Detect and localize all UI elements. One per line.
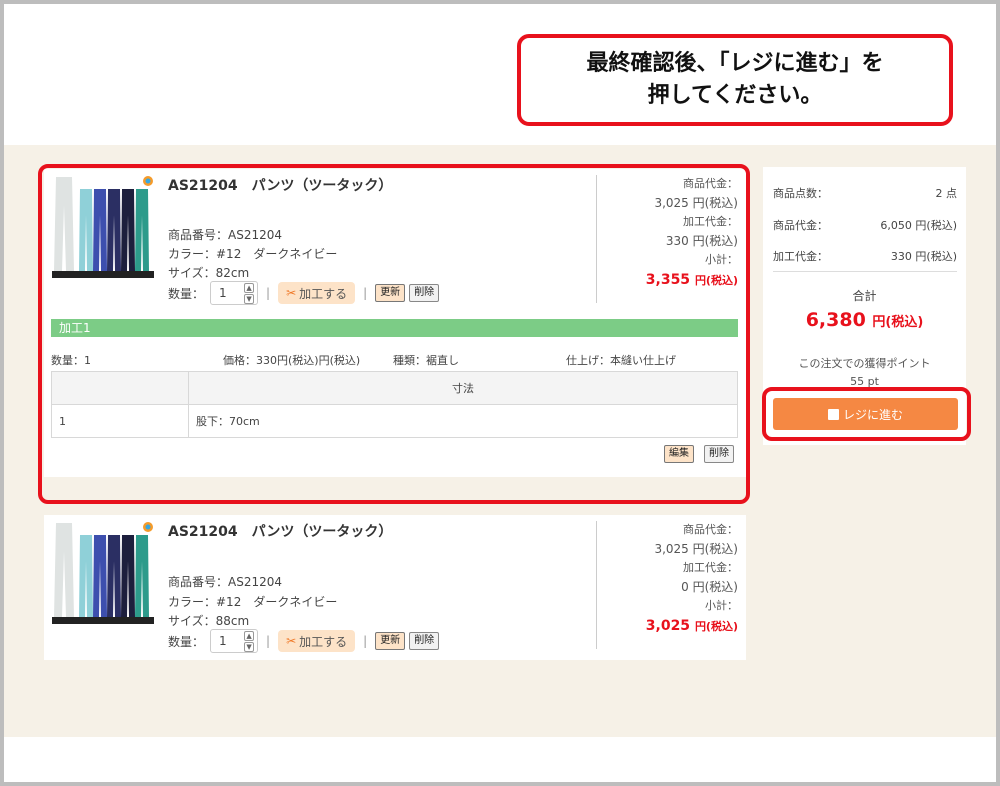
product-color: カラー：#12 ダークネイビー: [168, 247, 338, 261]
quantity-stepper[interactable]: 1 ▲ ▼: [210, 629, 259, 653]
subtotal-value: 3,025 円(税込): [645, 618, 738, 634]
kakou-price-label: 加工代金：: [683, 215, 738, 228]
divider: [773, 271, 957, 272]
goods-value: 6,050 円(税込): [880, 219, 957, 232]
checkout-button[interactable]: レジに進む: [773, 398, 958, 430]
kakou-price-value: 0 円(税込): [681, 580, 738, 594]
price-label: 商品代金：: [683, 523, 738, 536]
row-number: 1: [51, 404, 189, 438]
kakou-value: 330 円(税込): [890, 250, 957, 263]
product-color: カラー：#12 ダークネイビー: [168, 595, 338, 609]
checkout-button-label: レジに進む: [842, 407, 903, 422]
price-column: 商品代金： 3,025 円(税込) 加工代金： 0 円(税込) 小計： 3,02…: [596, 521, 738, 649]
delete-button[interactable]: 削除: [409, 284, 440, 302]
quantity-value: 1: [219, 286, 227, 300]
edit-button[interactable]: 編集: [664, 445, 694, 463]
cart-item-2: AS21204 パンツ（ツータック） 商品番号：AS21204 カラー：#12 …: [44, 515, 746, 660]
scissors-icon: ✂: [286, 634, 297, 648]
scissors-icon: ✂: [286, 286, 297, 300]
product-thumbnail[interactable]: [52, 521, 154, 625]
size-table: 寸法 1 股下：70cm: [51, 371, 738, 438]
kakou-price: 価格：330円(税込)円(税込): [223, 354, 361, 367]
chevron-down-icon[interactable]: ▼: [244, 293, 255, 304]
item-title[interactable]: AS21204 パンツ（ツータック）: [168, 175, 392, 195]
kakou-band: 加工1: [51, 319, 738, 337]
kakou-button-label: 加工する: [299, 634, 348, 649]
quantity-value: 1: [219, 634, 227, 648]
kakou-button-label: 加工する: [299, 286, 348, 301]
kakou-type: 種類：裾直し: [393, 354, 459, 367]
kakou-qty: 数量：1: [51, 354, 91, 367]
price-value: 3,025 円(税込): [654, 542, 738, 556]
quantity-row: 数量： 1 ▲ ▼ | ✂ 加工する | 更新 削除: [168, 281, 440, 305]
product-number: 商品番号：AS21204: [168, 575, 283, 589]
quantity-row: 数量： 1 ▲ ▼ | ✂ 加工する | 更新 削除: [168, 629, 440, 653]
summary-kakou-row: 加工代金： 330 円(税込): [773, 248, 957, 264]
kakou-button[interactable]: ✂ 加工する: [278, 630, 356, 652]
subtotal-label: 小計：: [705, 253, 738, 266]
subtotal-value: 3,355 円(税込): [645, 272, 738, 288]
column-header-size: 寸法: [188, 371, 738, 405]
kakou-actions: 編集 削除: [664, 445, 734, 463]
total-value: 6,380 円(税込): [805, 309, 924, 331]
points-label: この注文での獲得ポイント: [798, 357, 931, 370]
callout-line-2: 押してください。: [647, 83, 823, 108]
summary-goods-row: 商品代金： 6,050 円(税込): [773, 217, 957, 233]
count-label: 商品点数：: [773, 187, 828, 200]
page-footer: [4, 737, 996, 782]
update-button[interactable]: 更新: [375, 284, 406, 302]
table-row: 1 股下：70cm: [51, 404, 738, 438]
separator: |: [266, 634, 271, 648]
delete-button[interactable]: 削除: [409, 632, 440, 650]
chevron-up-icon[interactable]: ▲: [244, 630, 255, 641]
product-thumbnail[interactable]: [52, 175, 154, 279]
quantity-label: 数量：: [168, 634, 205, 649]
callout-line-1: 最終確認後、「レジに進む」を: [586, 51, 884, 76]
chevron-down-icon[interactable]: ▼: [244, 641, 255, 652]
instruction-callout: 最終確認後、「レジに進む」を 押してください。: [517, 34, 953, 126]
price-label: 商品代金：: [683, 177, 738, 190]
product-number: 商品番号：AS21204: [168, 228, 283, 242]
product-size: サイズ：82cm: [168, 266, 250, 280]
kakou-label: 加工代金：: [773, 250, 828, 263]
cart-item-1: AS21204 パンツ（ツータック） 商品番号：AS21204 カラー：#12 …: [44, 169, 746, 477]
register-icon: [827, 408, 839, 420]
product-size: サイズ：88cm: [168, 614, 250, 628]
separator: |: [266, 286, 271, 300]
count-value: 2 点: [935, 187, 958, 200]
goods-label: 商品代金：: [773, 219, 828, 232]
quantity-label: 数量：: [168, 286, 205, 301]
price-value: 3,025 円(税込): [654, 196, 738, 210]
points-value: 55 pt: [850, 375, 879, 388]
separator: |: [363, 286, 368, 300]
subtotal-label: 小計：: [705, 599, 738, 612]
total-label: 合計: [852, 289, 877, 303]
quantity-stepper[interactable]: 1 ▲ ▼: [210, 281, 259, 305]
summary-count-row: 商品点数： 2 点: [773, 185, 957, 201]
kakou-price-value: 330 円(税込): [665, 234, 738, 248]
kakou-button[interactable]: ✂ 加工する: [278, 282, 356, 304]
kakou-delete-button[interactable]: 削除: [704, 445, 734, 463]
chevron-up-icon[interactable]: ▲: [244, 282, 255, 293]
kakou-finish: 仕上げ：本縫い仕上げ: [566, 354, 676, 367]
price-column: 商品代金： 3,025 円(税込) 加工代金： 330 円(税込) 小計： 3,…: [596, 175, 738, 303]
separator: |: [363, 634, 368, 648]
update-button[interactable]: 更新: [375, 632, 406, 650]
item-title[interactable]: AS21204 パンツ（ツータック）: [168, 521, 392, 541]
row-value: 股下：70cm: [188, 404, 738, 438]
table-row: 寸法: [51, 371, 738, 405]
kakou-price-label: 加工代金：: [683, 561, 738, 574]
